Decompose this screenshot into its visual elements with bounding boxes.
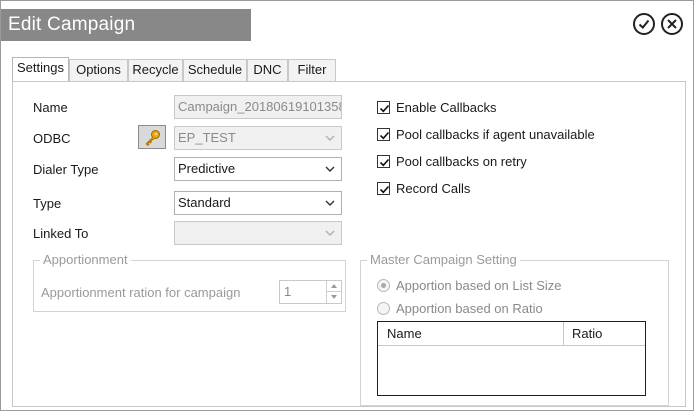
linked-to-select[interactable] xyxy=(174,221,342,245)
checkbox-box xyxy=(377,182,390,195)
checkmark-icon xyxy=(379,131,390,140)
radio-button xyxy=(377,302,390,315)
dialer-type-value: Predictive xyxy=(178,161,236,176)
checkbox-label: Pool callbacks if agent unavailable xyxy=(396,127,595,142)
key-icon xyxy=(145,130,160,146)
radio-button xyxy=(377,279,390,292)
checkbox-label: Pool callbacks on retry xyxy=(396,154,527,169)
dialer-type-select[interactable]: Predictive xyxy=(174,157,342,181)
close-icon xyxy=(667,19,677,29)
spinner-down-button[interactable] xyxy=(327,292,341,303)
check-icon xyxy=(638,19,650,29)
type-label: Type xyxy=(33,196,62,211)
type-select[interactable]: Standard xyxy=(174,191,342,215)
tab-options[interactable]: Options xyxy=(69,59,128,81)
tab-settings[interactable]: Settings xyxy=(12,57,69,81)
edit-campaign-window: Edit Campaign Settings Options Recycle S… xyxy=(0,0,694,411)
apportionment-label: Apportionment ration for campaign xyxy=(41,285,241,300)
odbc-key-button[interactable] xyxy=(138,125,166,149)
checkbox-label: Record Calls xyxy=(396,181,471,196)
odbc-value: EP_TEST xyxy=(178,130,236,145)
odbc-label: ODBC xyxy=(33,131,71,146)
master-campaign-title: Master Campaign Setting xyxy=(367,252,520,267)
radio-label: Apportion based on Ratio xyxy=(396,301,543,316)
type-value: Standard xyxy=(178,195,231,210)
checkbox-box xyxy=(377,128,390,141)
tab-filter[interactable]: Filter xyxy=(288,59,336,81)
title-bar: Edit Campaign xyxy=(1,1,693,49)
checkmark-icon xyxy=(379,158,390,167)
chevron-down-icon xyxy=(325,200,335,206)
dialer-type-label: Dialer Type xyxy=(33,162,99,177)
spinner-up-button[interactable] xyxy=(327,281,341,292)
checkbox-label: Enable Callbacks xyxy=(396,100,497,115)
ok-button[interactable] xyxy=(633,13,655,35)
linked-to-label: Linked To xyxy=(33,226,89,241)
ratio-grid[interactable]: Name Ratio xyxy=(377,321,646,396)
name-label: Name xyxy=(33,100,68,115)
chevron-down-icon xyxy=(325,166,335,172)
checkmark-icon xyxy=(379,185,390,194)
radio-label: Apportion based on List Size xyxy=(396,278,562,293)
tab-schedule[interactable]: Schedule xyxy=(183,59,247,81)
checkmark-icon xyxy=(379,104,390,113)
checkbox-box xyxy=(377,155,390,168)
spinner-buttons xyxy=(326,281,341,303)
grid-header-ratio[interactable]: Ratio xyxy=(564,322,645,345)
apportionment-spinner[interactable]: 1 xyxy=(279,280,342,304)
odbc-select[interactable]: EP_TEST xyxy=(174,126,342,150)
tab-recycle[interactable]: Recycle xyxy=(128,59,183,81)
grid-header-name[interactable]: Name xyxy=(378,322,564,345)
checkbox-box xyxy=(377,101,390,114)
chevron-down-icon xyxy=(325,230,335,236)
close-button[interactable] xyxy=(661,13,683,35)
tab-dnc[interactable]: DNC xyxy=(247,59,288,81)
apportionment-value: 1 xyxy=(284,284,292,299)
chevron-down-icon xyxy=(325,135,335,141)
apportionment-title: Apportionment xyxy=(40,252,131,267)
grid-header: Name Ratio xyxy=(378,322,645,346)
name-field[interactable]: Campaign_20180619101358 xyxy=(174,95,342,119)
title-band: Edit Campaign xyxy=(1,9,251,41)
window-title: Edit Campaign xyxy=(8,14,136,35)
